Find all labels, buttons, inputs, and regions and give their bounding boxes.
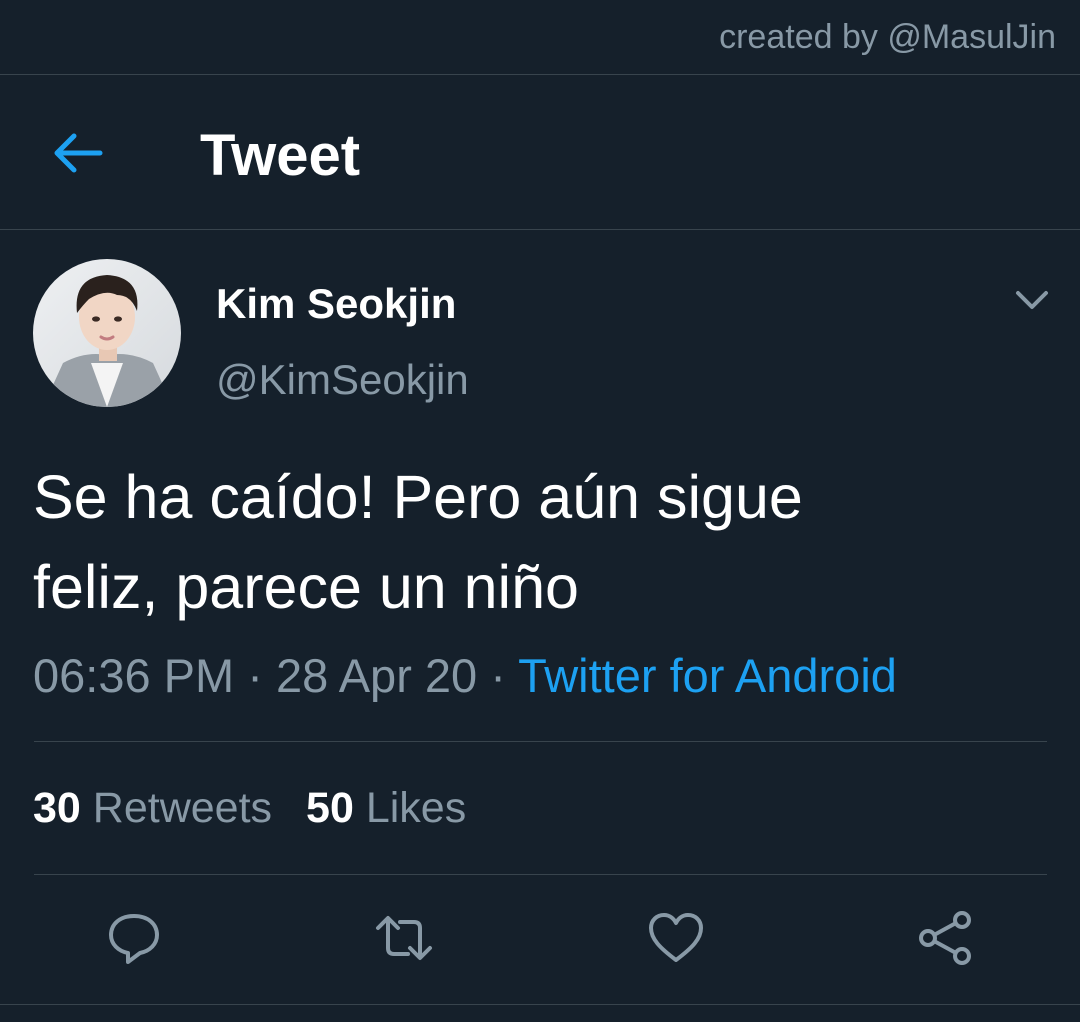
tweet-stats: 30 Retweets 50 Likes — [33, 784, 466, 833]
avatar[interactable] — [33, 259, 181, 407]
tweet-text: Se ha caído! Pero aún sigue feliz, parec… — [33, 452, 1043, 632]
reply-icon — [109, 914, 159, 964]
tweet-text-line: Se ha caído! Pero aún sigue — [33, 463, 803, 531]
back-button[interactable] — [50, 128, 104, 178]
likes-label: Likes — [365, 784, 467, 832]
divider — [34, 741, 1047, 742]
reply-button[interactable] — [104, 908, 164, 968]
tweet-source-link[interactable]: Twitter for Android — [518, 649, 897, 702]
retweet-button[interactable] — [374, 908, 434, 968]
avatar-image — [33, 259, 181, 407]
divider — [0, 229, 1080, 230]
tweet-detail-screen: created by @MasulJin Tweet Kim Seokjin @… — [0, 0, 1080, 1022]
retweets-label: Retweets — [92, 784, 273, 832]
retweet-icon — [376, 916, 432, 960]
retweets-stat[interactable]: 30 Retweets — [33, 784, 272, 832]
author-name[interactable]: Kim Seokjin — [216, 280, 456, 328]
like-heart-icon — [649, 913, 703, 962]
creator-credit: created by @MasulJin — [719, 18, 1056, 56]
tweet-meta: 06:36 PM · 28 Apr 20 · Twitter for Andro… — [33, 648, 897, 703]
arrow-left-icon — [54, 133, 103, 173]
tweet-date: 28 Apr 20 — [275, 649, 478, 702]
share-button[interactable] — [916, 908, 976, 968]
page-title: Tweet — [200, 123, 361, 188]
likes-stat[interactable]: 50 Likes — [306, 784, 466, 832]
retweets-count: 30 — [33, 784, 81, 832]
chevron-down-icon — [1016, 291, 1048, 309]
tweet-menu-button[interactable] — [1012, 282, 1052, 318]
likes-count: 50 — [306, 784, 354, 832]
divider — [34, 874, 1047, 875]
tweet-text-line: feliz, parece un niño — [33, 553, 579, 621]
meta-separator: · — [490, 649, 506, 702]
author-handle[interactable]: @KimSeokjin — [216, 356, 469, 404]
divider — [0, 74, 1080, 75]
divider — [0, 1004, 1080, 1005]
share-icon — [919, 911, 971, 965]
like-button[interactable] — [646, 908, 706, 968]
tweet-time: 06:36 PM — [33, 649, 235, 702]
meta-separator: · — [247, 649, 263, 702]
